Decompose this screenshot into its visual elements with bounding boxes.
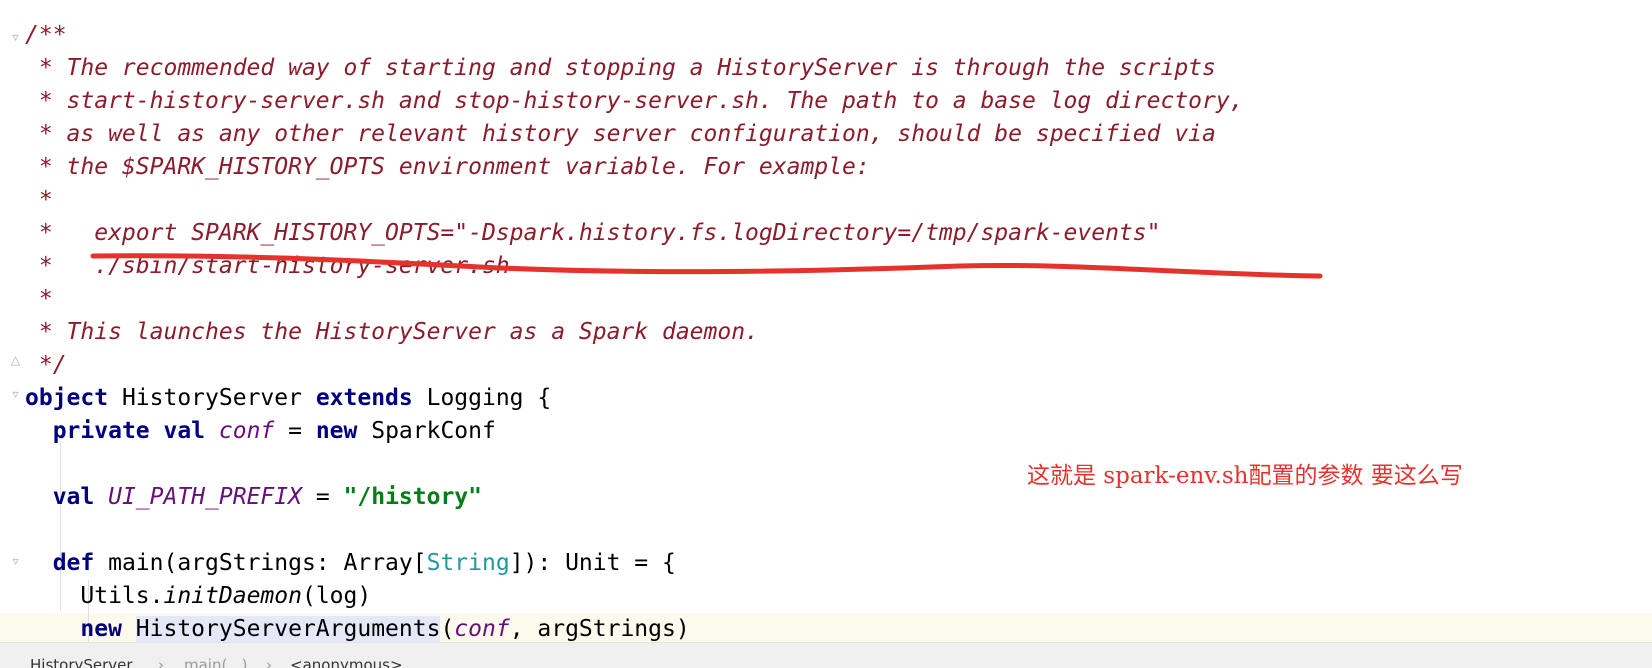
annotation-note: 这就是 spark-env.sh配置的参数 要这么写 — [1027, 463, 1463, 489]
code-editor[interactable]: ▿ △ ▿ ▿ /** * The recommended way of sta… — [0, 0, 1652, 642]
red-underline-annotation — [90, 253, 1323, 279]
breadcrumb-item-class[interactable]: HistoryServer — [30, 655, 133, 668]
breadcrumb-item-anonymous[interactable]: <anonymous> — [290, 655, 403, 668]
breadcrumb-separator: › — [158, 656, 164, 668]
breadcrumb: HistoryServer › main(...) › <anonymous> — [0, 642, 1652, 668]
breadcrumb-item-method[interactable]: main(...) — [184, 655, 248, 668]
breadcrumb-separator: › — [266, 656, 272, 668]
